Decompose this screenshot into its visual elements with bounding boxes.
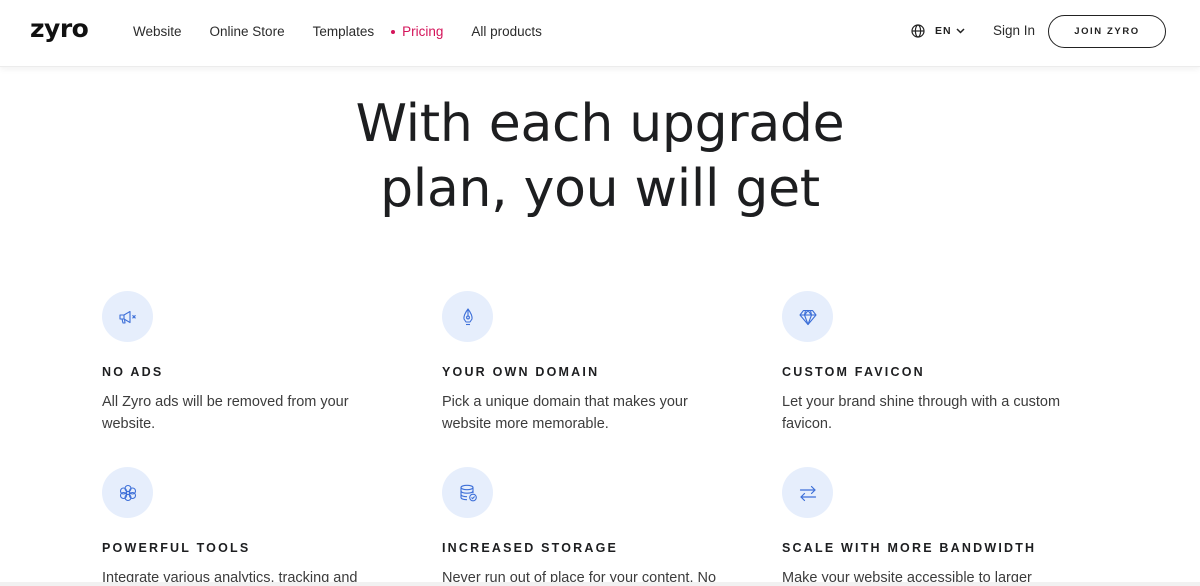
feature-custom-favicon: CUSTOM FAVICON Let your brand shine thro…	[782, 291, 1082, 435]
diamond-icon	[782, 291, 833, 342]
page-title-line-2: plan, you will get	[380, 159, 820, 219]
page-title: With each upgrade plan, you will get	[300, 92, 900, 222]
join-zyro-button[interactable]: JOIN ZYRO	[1048, 15, 1166, 48]
feature-title: CUSTOM FAVICON	[782, 365, 925, 379]
page-bottom-edge	[0, 582, 1200, 586]
language-label: EN	[935, 25, 952, 37]
nav-templates[interactable]: Templates	[313, 22, 375, 42]
feature-title: POWERFUL TOOLS	[102, 541, 251, 555]
megaphone-mute-icon	[102, 291, 153, 342]
pen-nib-icon	[442, 291, 493, 342]
top-navigation-bar: zyro Website Online Store Templates Pric…	[0, 0, 1200, 67]
database-check-icon	[442, 467, 493, 518]
flower-icon	[102, 467, 153, 518]
nav-pricing-label: Pricing	[402, 24, 444, 39]
language-selector[interactable]: EN	[911, 23, 965, 39]
feature-powerful-tools: POWERFUL TOOLS Integrate various analyti…	[102, 467, 402, 586]
zyro-logo[interactable]: zyro	[30, 14, 89, 44]
main-nav: Website Online Store Templates Pricing A…	[133, 22, 570, 42]
nav-pricing[interactable]: Pricing	[391, 22, 444, 42]
feature-title: INCREASED STORAGE	[442, 541, 619, 555]
feature-description: Let your brand shine through with a cust…	[782, 394, 1061, 432]
chevron-down-icon	[956, 28, 965, 34]
nav-online-store[interactable]: Online Store	[210, 22, 285, 42]
feature-no-ads: NO ADS All Zyro ads will be removed from…	[102, 291, 402, 435]
feature-increased-storage: INCREASED STORAGE Never run out of place…	[442, 467, 742, 586]
feature-description: All Zyro ads will be removed from your w…	[102, 394, 349, 432]
active-dot-icon	[391, 30, 396, 34]
nav-all-products[interactable]: All products	[471, 22, 542, 42]
feature-title: SCALE WITH MORE BANDWIDTH	[782, 541, 1037, 555]
feature-title: NO ADS	[102, 365, 164, 379]
sign-in-link[interactable]: Sign In	[993, 21, 1035, 41]
page-title-line-1: With each upgrade	[355, 94, 845, 154]
feature-bandwidth: SCALE WITH MORE BANDWIDTH Make your webs…	[782, 467, 1082, 586]
nav-website[interactable]: Website	[133, 22, 182, 42]
swap-arrows-icon	[782, 467, 833, 518]
feature-title: YOUR OWN DOMAIN	[442, 365, 600, 379]
feature-description: Pick a unique domain that makes your web…	[442, 394, 688, 432]
globe-icon	[911, 24, 925, 38]
feature-own-domain: YOUR OWN DOMAIN Pick a unique domain tha…	[442, 291, 742, 435]
